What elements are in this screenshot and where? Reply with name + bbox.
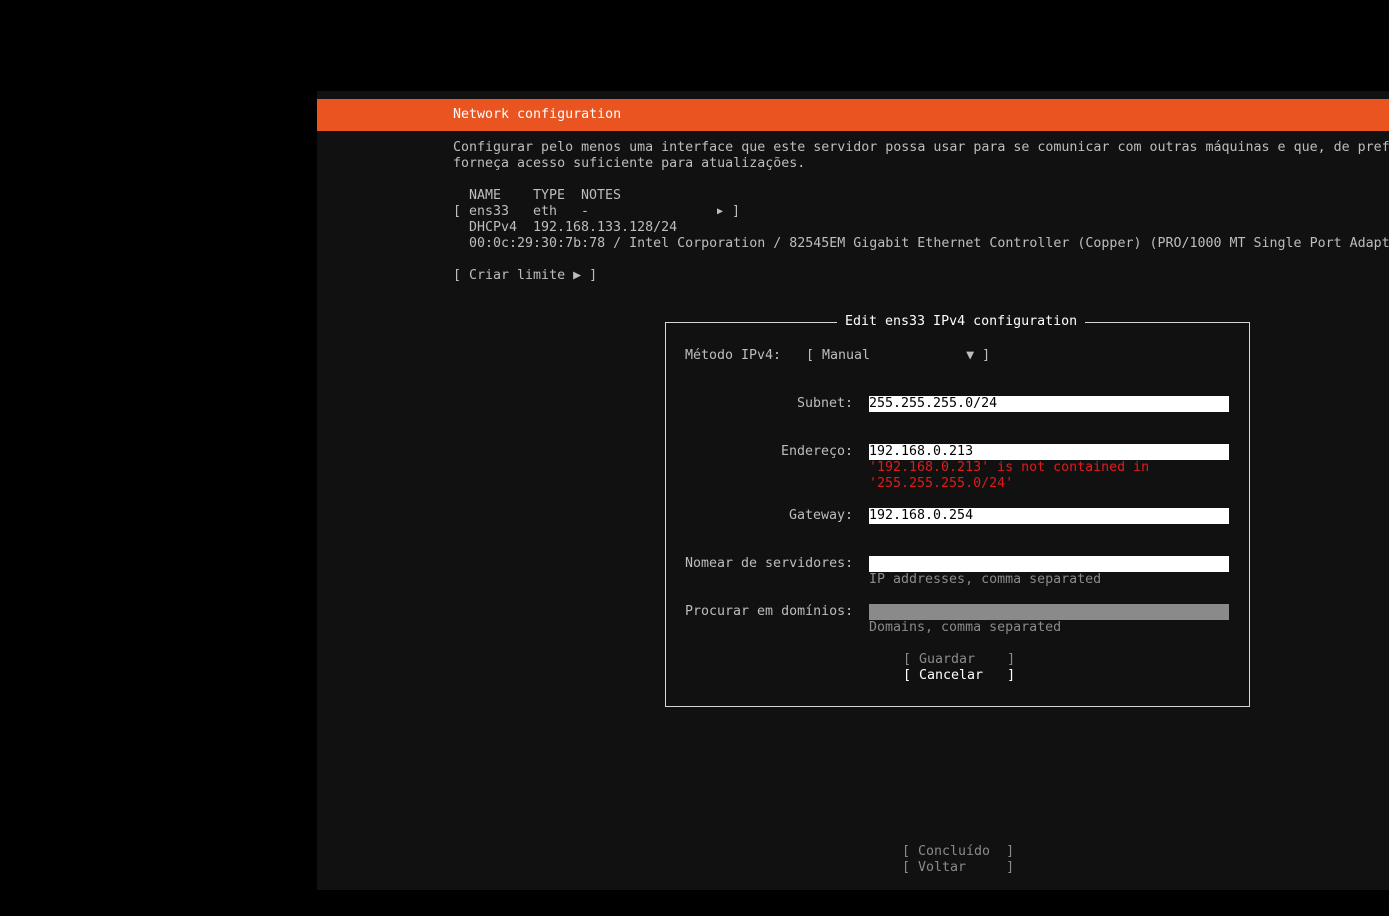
- ipv4-method-select[interactable]: [ Manual ▼ ]: [806, 348, 990, 364]
- page-title: Network configuration: [453, 107, 622, 122]
- search-domains-input[interactable]: [869, 604, 1229, 620]
- search-domains-label: Procurar em domínios:: [685, 604, 854, 619]
- row-close-bracket: ]: [732, 204, 741, 219]
- dhcp-address: 192.168.133.128/24: [533, 220, 678, 235]
- interface-hardware-info: 00:0c:29:30:7b:78 / Intel Corporation / …: [469, 236, 1389, 251]
- nameservers-label: Nomear de servidores:: [685, 556, 854, 571]
- nameservers-hint: IP addresses, comma separated: [869, 572, 1102, 587]
- interface-type: eth: [533, 204, 558, 219]
- search-domains-hint: Domains, comma separated: [869, 620, 1062, 635]
- cancel-button[interactable]: [ Cancelar ]: [903, 668, 1015, 684]
- address-error-line-1: '192.168.0.213' is not contained in: [869, 460, 1150, 475]
- back-button[interactable]: [ Voltar ]: [902, 860, 1014, 876]
- column-header-type: TYPE: [533, 188, 566, 203]
- column-header-notes: NOTES: [581, 188, 622, 203]
- nameservers-input[interactable]: [869, 556, 1229, 572]
- ipv4-method-label: Método IPv4:: [685, 348, 782, 363]
- done-button[interactable]: [ Concluído ]: [902, 844, 1014, 860]
- gateway-input[interactable]: 192.168.0.254: [869, 508, 1229, 524]
- installer-screen: Network configuration Configurar pelo me…: [317, 91, 1389, 890]
- dhcp-label: DHCPv4: [469, 220, 518, 235]
- address-input[interactable]: 192.168.0.213: [869, 444, 1229, 460]
- interface-menu-arrow-icon[interactable]: ▶: [717, 204, 723, 220]
- subnet-input[interactable]: 255.255.255.0/24: [869, 396, 1229, 412]
- address-error-line-2: '255.255.255.0/24': [869, 476, 1014, 491]
- dialog-title: Edit ens33 IPv4 configuration: [837, 314, 1086, 330]
- column-header-name: NAME: [469, 188, 502, 203]
- address-label: Endereço:: [781, 444, 854, 459]
- interface-notes: -: [581, 204, 590, 219]
- description-line-2: forneça acesso suficiente para atualizaç…: [453, 156, 806, 171]
- description-line-1: Configurar pelo menos uma interface que …: [453, 140, 1389, 155]
- edit-ipv4-dialog: Edit ens33 IPv4 configuration Método IPv…: [665, 314, 1250, 707]
- subnet-label: Subnet:: [797, 396, 854, 411]
- header-bar: Network configuration: [317, 99, 1389, 131]
- interface-name: ens33: [469, 204, 510, 219]
- create-bond-button[interactable]: [ Criar limite ▶ ]: [453, 268, 597, 284]
- row-open-bracket: [: [453, 204, 462, 219]
- save-button[interactable]: [ Guardar ]: [903, 652, 1015, 668]
- gateway-label: Gateway:: [789, 508, 854, 523]
